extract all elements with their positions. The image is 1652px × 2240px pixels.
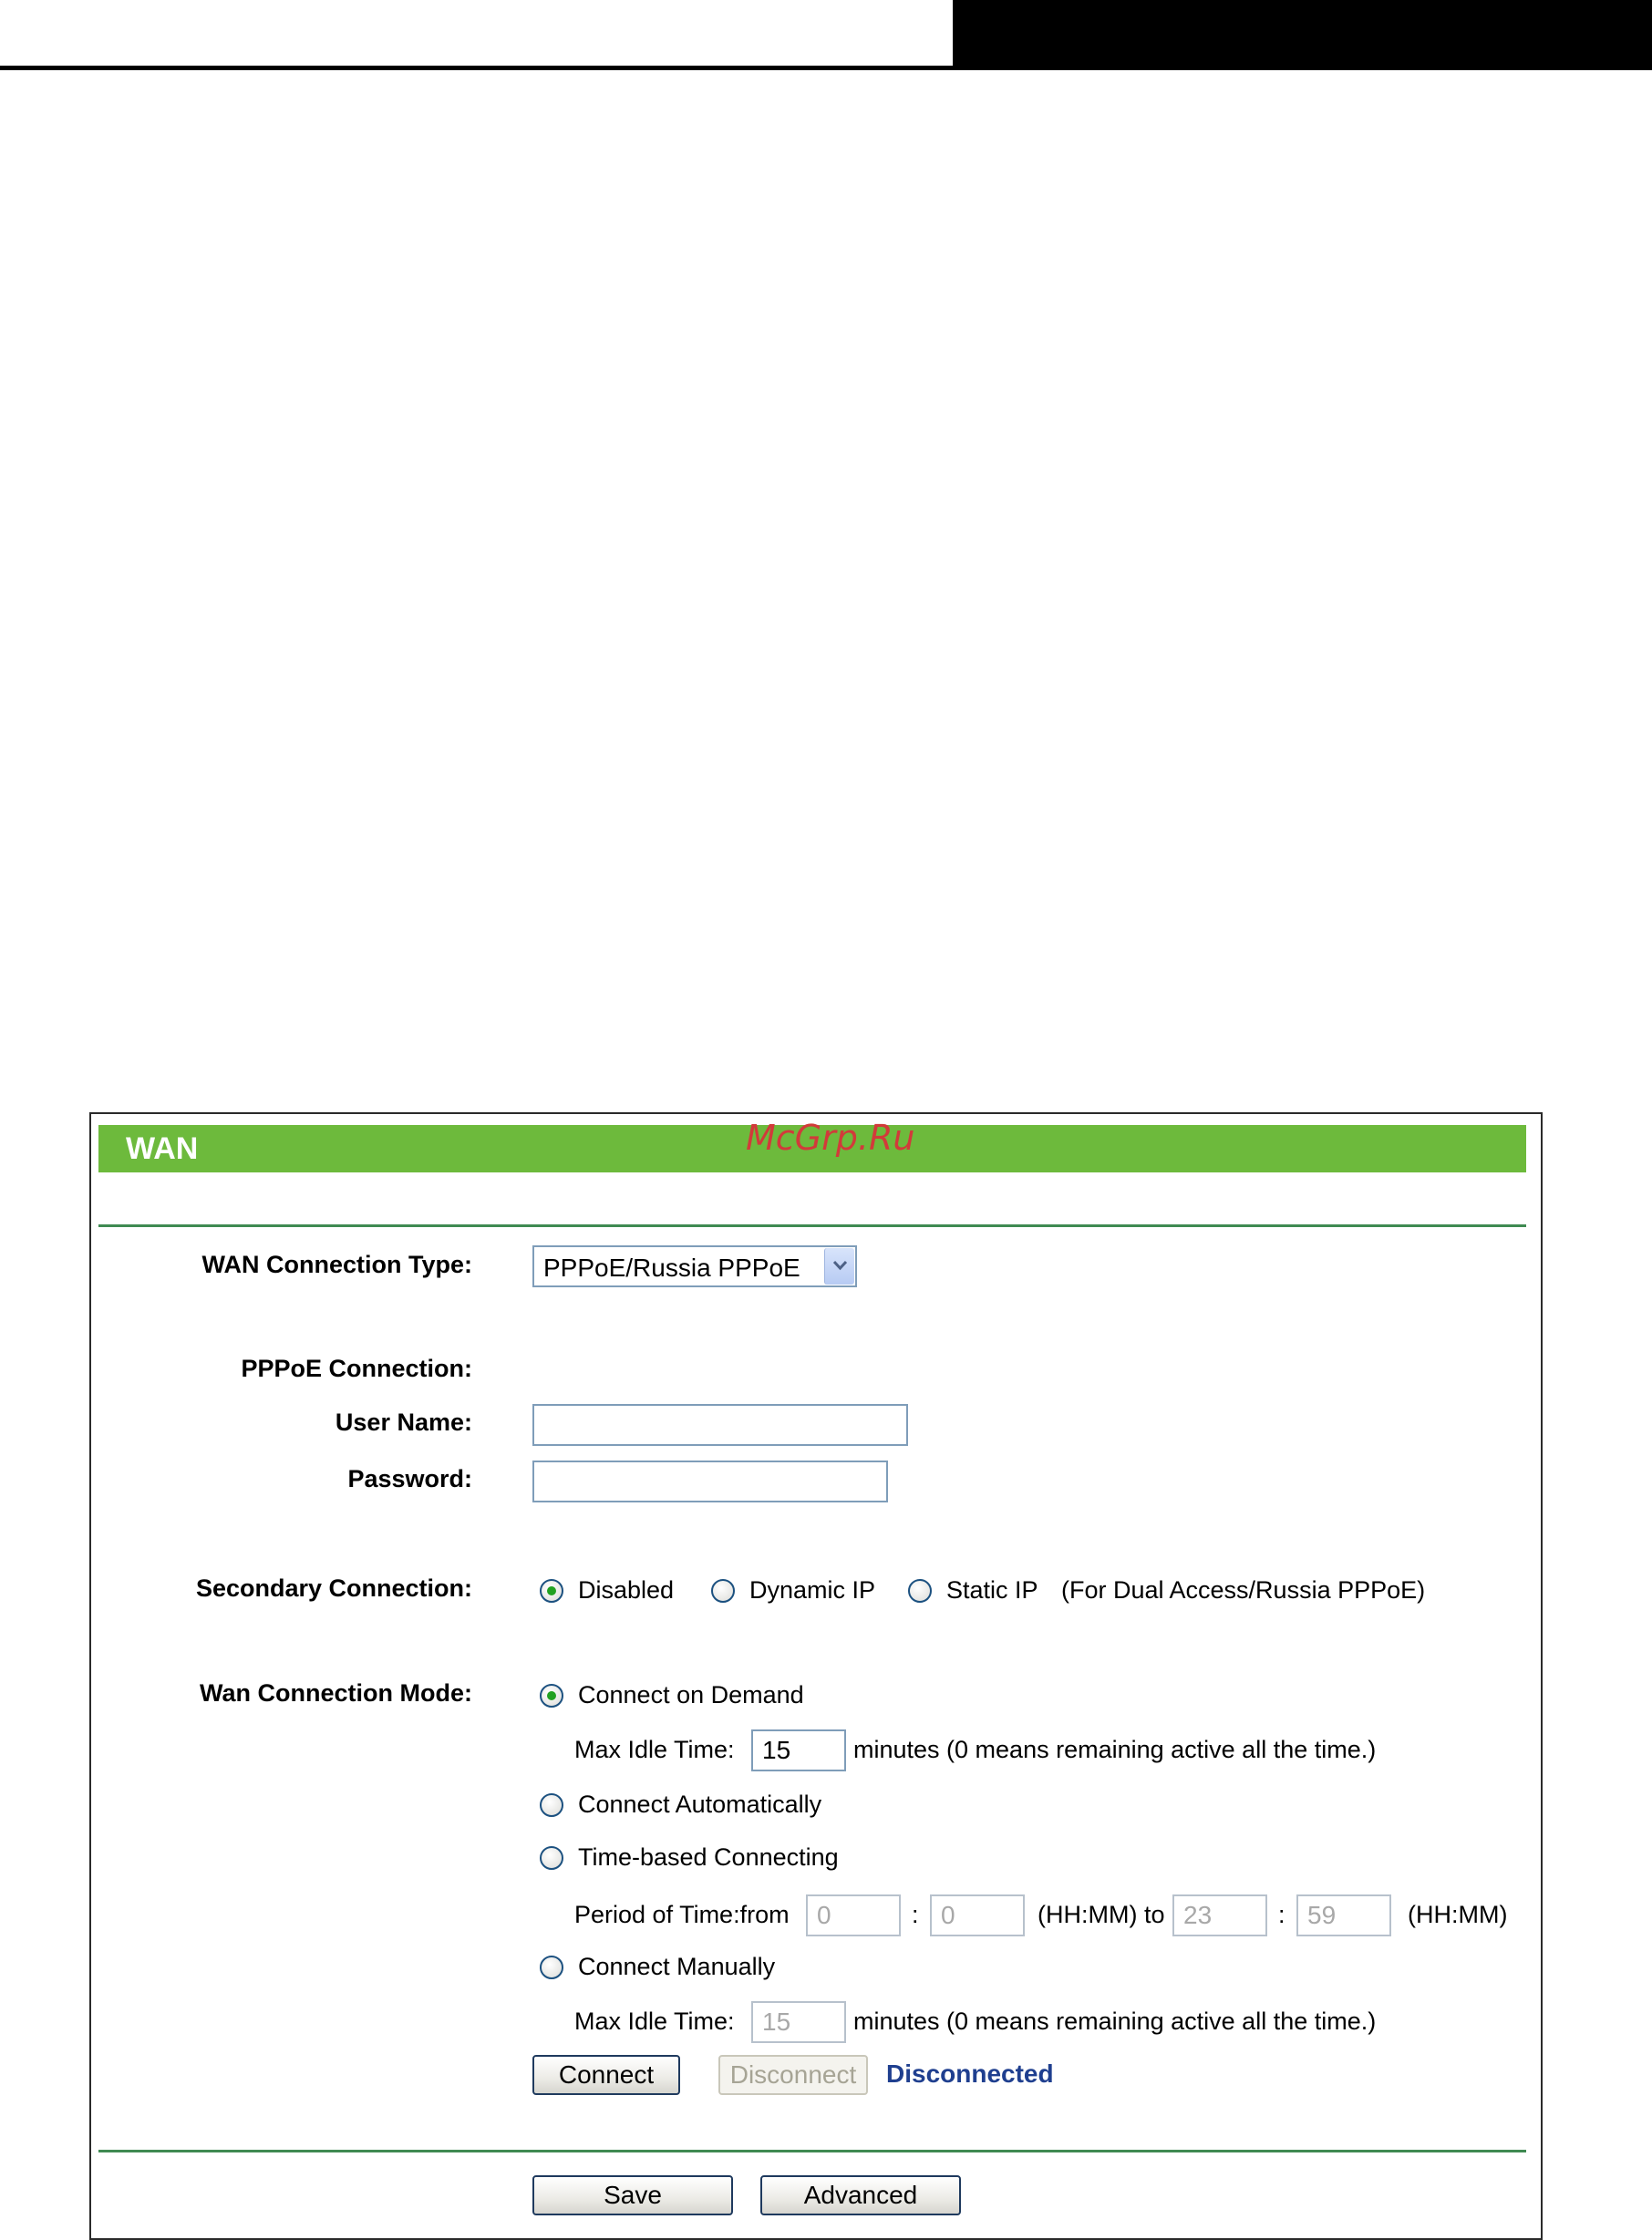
end-format-label: (HH:MM) bbox=[1408, 1901, 1508, 1928]
from-hour-input[interactable] bbox=[806, 1894, 901, 1936]
wan-connection-type-value: PPPoE/Russia PPPoE bbox=[543, 1254, 800, 1282]
disconnect-button[interactable]: Disconnect bbox=[718, 2055, 868, 2095]
header-rule bbox=[0, 66, 953, 70]
top-divider bbox=[98, 1224, 1526, 1227]
secondary-dynamic-ip-label: Dynamic IP bbox=[749, 1576, 876, 1604]
wan-connection-type-label: WAN Connection Type: bbox=[201, 1251, 473, 1278]
secondary-static-ip-radio[interactable] bbox=[908, 1579, 932, 1603]
time-colon: : bbox=[912, 1901, 919, 1928]
secondary-disabled-radio[interactable] bbox=[540, 1579, 563, 1603]
connect-automatically-radio[interactable] bbox=[540, 1793, 563, 1817]
password-label: Password: bbox=[347, 1465, 472, 1492]
time-colon: : bbox=[1278, 1901, 1285, 1928]
header-block bbox=[953, 0, 1652, 70]
secondary-static-ip-label: Static IP bbox=[946, 1576, 1038, 1604]
bottom-divider bbox=[98, 2150, 1526, 2152]
password-input[interactable] bbox=[532, 1461, 888, 1502]
panel-title-bar: WAN McGrp.Ru bbox=[98, 1118, 1526, 1172]
advanced-button[interactable]: Advanced bbox=[760, 2175, 961, 2215]
watermark-text: McGrp.Ru bbox=[746, 1118, 915, 1158]
to-minute-input[interactable] bbox=[1296, 1894, 1391, 1936]
save-button[interactable]: Save bbox=[532, 2175, 733, 2215]
manual-max-idle-time-label: Max Idle Time: bbox=[574, 2008, 735, 2035]
wan-connection-mode-label: Wan Connection Mode: bbox=[200, 1679, 472, 1707]
secondary-connection-label: Secondary Connection: bbox=[195, 1574, 472, 1602]
pppoe-connection-label: PPPoE Connection: bbox=[241, 1355, 472, 1382]
dropdown-button[interactable] bbox=[824, 1248, 854, 1285]
panel-title: WAN bbox=[126, 1131, 199, 1166]
to-hour-input[interactable] bbox=[1172, 1894, 1267, 1936]
wan-connection-type-select[interactable]: PPPoE/Russia PPPoE bbox=[532, 1245, 857, 1287]
time-based-connecting-label: Time-based Connecting bbox=[578, 1843, 839, 1871]
connect-on-demand-label: Connect on Demand bbox=[578, 1681, 804, 1708]
max-idle-time-label: Max Idle Time: bbox=[574, 1736, 735, 1763]
secondary-disabled-label: Disabled bbox=[578, 1576, 675, 1604]
radio-selected-dot bbox=[547, 1586, 556, 1595]
wan-settings-panel: WAN McGrp.Ru WAN Connection Type: PPPoE/… bbox=[89, 1112, 1543, 2240]
radio-selected-dot bbox=[547, 1691, 556, 1700]
connect-button[interactable]: Connect bbox=[532, 2055, 680, 2095]
connect-manually-radio[interactable] bbox=[540, 1956, 563, 1979]
connect-manually-label: Connect Manually bbox=[578, 1953, 776, 1980]
max-idle-time-note: minutes (0 means remaining active all th… bbox=[853, 1736, 1377, 1763]
manual-max-idle-time-note: minutes (0 means remaining active all th… bbox=[853, 2008, 1377, 2035]
period-of-time-label: Period of Time:from bbox=[574, 1901, 790, 1928]
secondary-connection-note: (For Dual Access/Russia PPPoE) bbox=[1061, 1576, 1426, 1604]
user-name-input[interactable] bbox=[532, 1404, 908, 1446]
chevron-down-icon bbox=[832, 1260, 848, 1271]
max-idle-time-input[interactable] bbox=[751, 1729, 846, 1771]
connect-on-demand-radio[interactable] bbox=[540, 1684, 563, 1708]
to-label: (HH:MM) to bbox=[1038, 1901, 1165, 1928]
user-name-label: User Name: bbox=[335, 1409, 472, 1436]
from-minute-input[interactable] bbox=[930, 1894, 1025, 1936]
manual-max-idle-time-input[interactable] bbox=[751, 2001, 846, 2043]
time-based-connecting-radio[interactable] bbox=[540, 1846, 563, 1870]
connection-status: Disconnected bbox=[886, 2059, 1054, 2088]
secondary-dynamic-ip-radio[interactable] bbox=[711, 1579, 735, 1603]
connect-automatically-label: Connect Automatically bbox=[578, 1791, 822, 1818]
